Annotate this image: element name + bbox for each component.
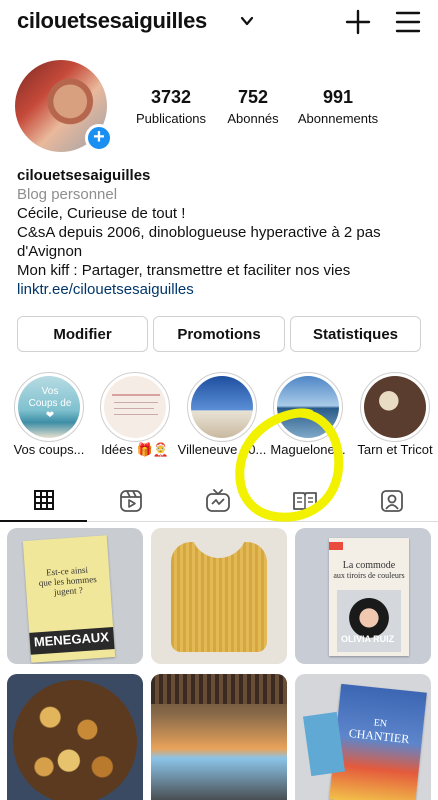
stat-publications-value: 3732 (150, 87, 192, 107)
book-title: La commode (342, 560, 396, 571)
post-thumbnail[interactable]: La commode aux tiroirs de couleurs OLIVI… (295, 528, 431, 664)
highlight-ring (187, 372, 257, 442)
highlight-cover (104, 376, 166, 438)
bio-line: C&sA depuis 2006, dinoblogueuse hyperact… (17, 224, 381, 241)
tab-posts-grid[interactable] (0, 480, 87, 522)
reels-icon (119, 490, 142, 512)
post-thumbnail[interactable]: EN CHANTIER (295, 674, 431, 800)
stat-following-label: Abonnements (297, 111, 379, 126)
bio-link[interactable]: linktr.ee/cilouetsesaiguilles (17, 280, 427, 299)
promotions-button[interactable]: Promotions (153, 316, 285, 352)
tab-reels[interactable] (87, 480, 174, 522)
highlight-item[interactable]: Tarn et Tricot (357, 372, 433, 457)
profile-username[interactable]: cilouetsesaiguilles (17, 8, 207, 34)
edit-profile-button[interactable]: Modifier (17, 316, 148, 352)
top-bar: cilouetsesaiguilles (0, 0, 438, 44)
post-thumbnail[interactable] (7, 674, 143, 800)
bio-line: Mon kiff : Partager, transmettre et faci… (17, 262, 351, 279)
stat-publications-label: Publications (135, 111, 207, 126)
tab-igtv[interactable] (174, 480, 261, 522)
chevron-down-icon[interactable] (240, 14, 254, 28)
add-story-icon[interactable]: + (85, 124, 113, 152)
stat-following-value: 991 (322, 87, 354, 107)
insights-button[interactable]: Statistiques (290, 316, 421, 352)
highlight-cover (191, 376, 253, 438)
highlight-item[interactable]: Villeneuve 30... (178, 372, 266, 457)
post-thumbnail[interactable]: Est-ce ainsi que les hommes jugent ? MEN… (7, 528, 143, 664)
knitted-garment (171, 542, 267, 652)
tagged-person-icon (380, 490, 403, 512)
stat-followers[interactable]: 752 Abonnés (213, 87, 293, 126)
post-thumbnail[interactable] (151, 528, 287, 664)
highlight-label: Tarn et Tricot (357, 442, 433, 457)
new-post-icon[interactable] (344, 8, 372, 36)
highlight-item[interactable]: Idées 🎁🤶 (100, 372, 172, 457)
stat-followers-label: Abonnés (227, 111, 279, 126)
highlight-item[interactable]: Maguelone... (270, 372, 346, 457)
bio-line: Cécile, Curieuse de tout ! (17, 205, 186, 222)
book-title: aux tiroirs de couleurs (333, 571, 405, 580)
profile-avatar[interactable]: + (15, 60, 113, 156)
stat-following[interactable]: 991 Abonnements (294, 87, 382, 126)
highlight-ring (360, 372, 430, 442)
profile-bio: cilouetsesaiguilles Blog personnel Cécil… (17, 166, 427, 299)
highlight-ring (273, 372, 343, 442)
book-author: OLIVIA RUIZ (341, 634, 395, 644)
guides-icon (292, 492, 317, 511)
highlight-cover-text: Vos Coups de ❤ (28, 386, 72, 421)
profile-tabs (0, 480, 438, 522)
book-cover: La commode aux tiroirs de couleurs OLIVI… (329, 538, 409, 656)
book-cover: Est-ce ainsi que les hommes jugent ? MEN… (22, 535, 116, 663)
tab-guides[interactable] (261, 480, 348, 522)
bio-name: cilouetsesaiguilles (17, 167, 151, 184)
tab-tagged[interactable] (348, 480, 435, 522)
highlight-ring (100, 372, 170, 442)
highlight-item[interactable]: Vos Coups de ❤ Vos coups... (14, 372, 86, 457)
hamburger-menu-icon[interactable] (394, 9, 422, 35)
highlight-cover (277, 376, 339, 438)
bio-line: d'Avignon (17, 243, 83, 260)
stat-followers-value: 752 (237, 87, 269, 107)
roasted-potatoes (13, 680, 137, 800)
highlight-cover: Vos Coups de ❤ (18, 376, 80, 438)
book-cover: EN CHANTIER (329, 683, 427, 800)
grid-icon (33, 490, 54, 510)
bio-category: Blog personnel (17, 186, 118, 203)
igtv-icon (205, 489, 230, 512)
stat-publications[interactable]: 3732 Publications (126, 87, 216, 126)
post-thumbnail[interactable] (151, 674, 287, 800)
highlight-ring: Vos Coups de ❤ (14, 372, 84, 442)
highlight-cover (364, 376, 426, 438)
